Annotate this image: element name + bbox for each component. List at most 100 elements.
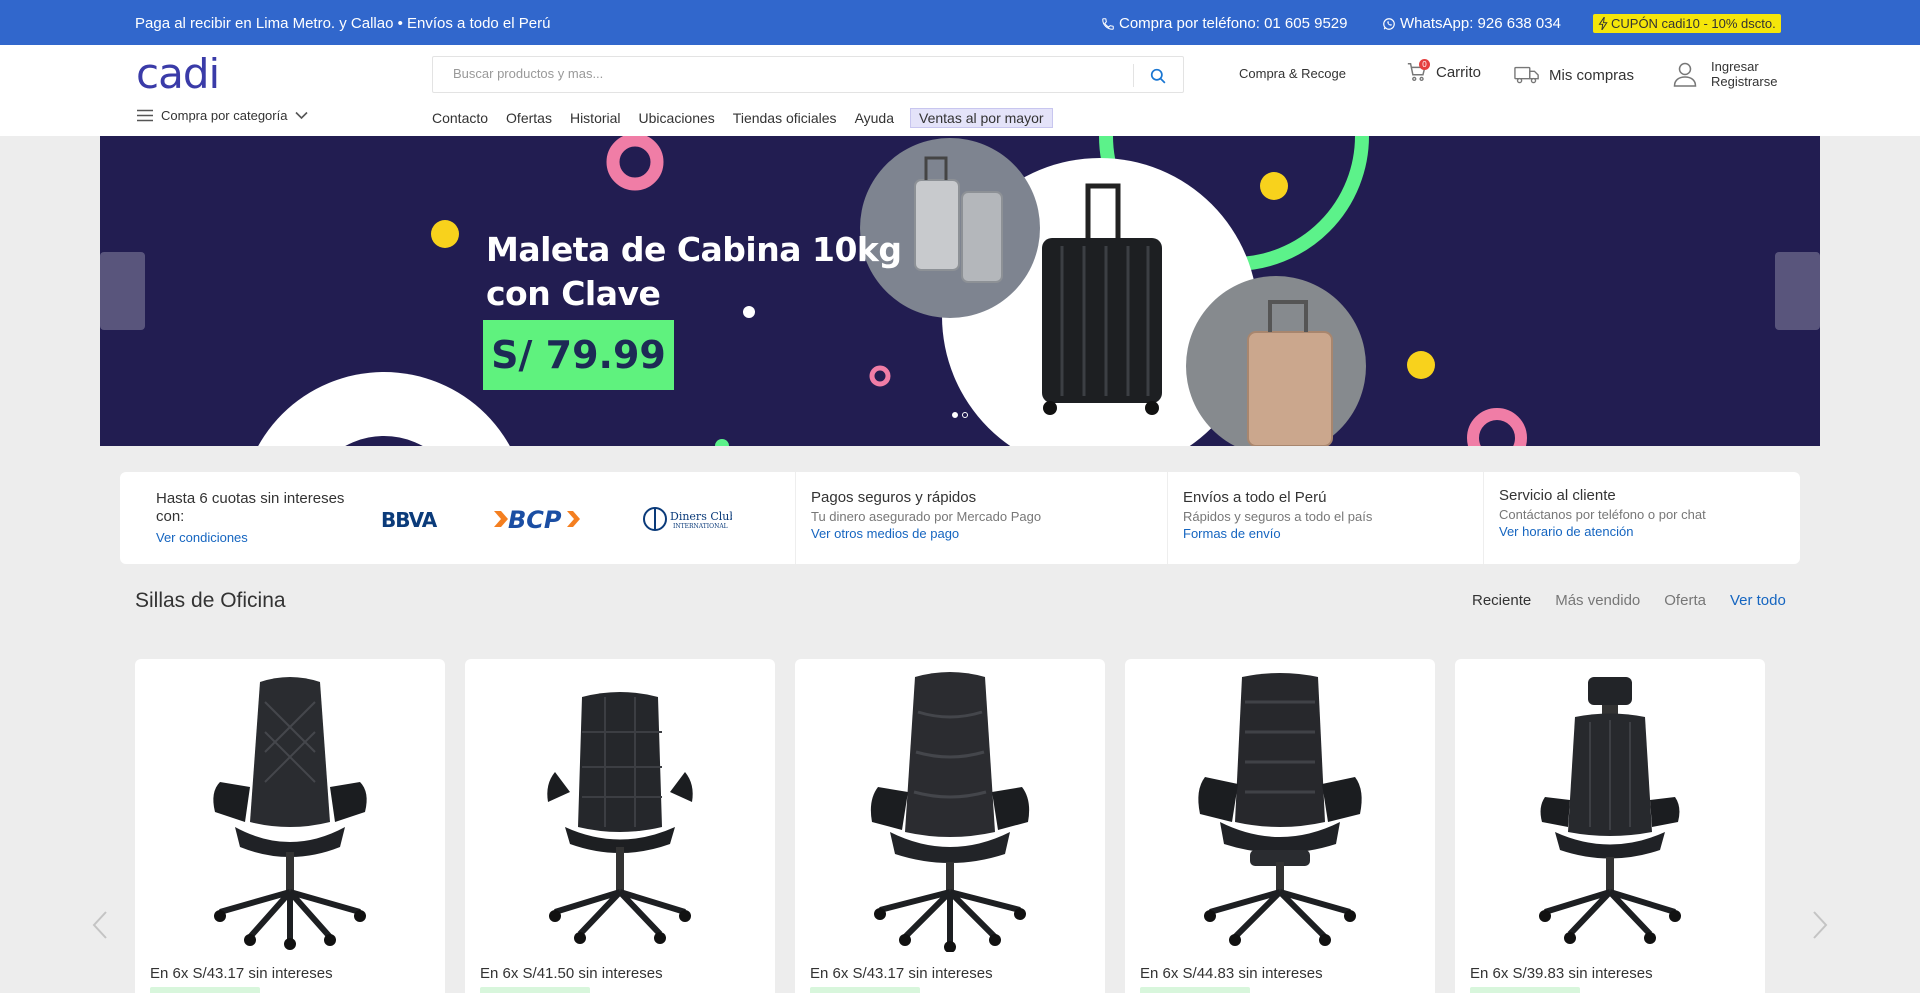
svg-text:INTERNATIONAL: INTERNATIONAL [673,523,728,530]
nav-ayuda[interactable]: Ayuda [855,110,894,126]
product-image[interactable] [820,669,1080,954]
product-image[interactable] [160,669,420,954]
whatsapp-text: WhatsApp: 926 638 034 [1400,15,1561,32]
bolt-icon [1598,17,1608,30]
benefit-divider [1483,472,1484,564]
section-title: Sillas de Oficina [135,589,286,612]
product-image[interactable] [490,669,750,954]
cart-count-badge: 0 [1419,59,1430,70]
product-installments: En 6x S/43.17 sin intereses [150,965,333,982]
carousel-prev-icon[interactable] [90,910,110,940]
login-link[interactable]: Ingresar [1711,59,1777,74]
benefit-divider [795,472,796,564]
tab-mas-vendido[interactable]: Más vendido [1555,592,1640,609]
product-card[interactable]: En 6x S/41.50 sin intereses [465,659,775,993]
top-bar: Paga al recibir en Lima Metro. y Callao … [0,0,1920,45]
cart-icon: 0 [1406,59,1430,83]
hero-graphics [258,136,1527,446]
bcp-logo: BCP [494,506,580,533]
payments-benefit: Pagos seguros y rápidos Tu dinero asegur… [811,489,1041,541]
coupon-text: CUPÓN cadi10 - 10% dscto. [1611,16,1776,31]
nav-contacto[interactable]: Contacto [432,110,488,126]
hero-dot-1[interactable] [952,412,958,418]
tab-oferta[interactable]: Oferta [1664,592,1706,609]
service-subtitle: Contáctanos por teléfono o por chat [1499,507,1706,522]
svg-text:BCP: BCP [508,506,562,533]
nav-historial[interactable]: Historial [570,110,621,126]
product-card[interactable]: En 6x S/43.17 sin intereses [135,659,445,993]
hero-title-line1: Maleta de Cabina 10kg [486,230,902,269]
search-icon [1150,68,1165,83]
hero-title: Maleta de Cabina 10kg con Clave [486,228,902,316]
delivery-message: Paga al recibir en Lima Metro. y Callao … [135,15,551,32]
product-image[interactable] [1480,669,1740,954]
service-title: Servicio al cliente [1499,487,1616,504]
nav-ubicaciones[interactable]: Ubicaciones [639,110,715,126]
svg-text:cadi: cadi [136,57,219,93]
product-installments: En 6x S/41.50 sin intereses [480,965,663,982]
search-bar [432,56,1184,93]
main-nav: Contacto Ofertas Historial Ubicaciones T… [432,108,1053,128]
payments-title: Pagos seguros y rápidos [811,489,977,506]
search-input[interactable] [453,66,1113,81]
hero-price: S/ 79.99 [483,320,674,390]
product-installments: En 6x S/43.17 sin intereses [810,965,993,982]
product-card[interactable]: En 6x S/43.17 sin intereses [795,659,1105,993]
truck-icon [1514,66,1539,84]
chevron-down-icon [295,111,309,120]
product-tag [1140,987,1250,993]
mis-compras-label: Mis compras [1549,66,1635,84]
register-link[interactable]: Registrarse [1711,74,1777,89]
benefit-divider [1167,472,1168,564]
hero-dot-2[interactable] [962,412,968,418]
category-menu-toggle[interactable]: Compra por categoría [137,108,309,123]
hamburger-icon [137,109,153,122]
phone-icon [1102,17,1114,30]
product-tag [480,987,590,993]
search-button[interactable] [1145,65,1171,87]
service-benefit: Servicio al cliente Contáctanos por telé… [1499,487,1706,539]
whatsapp-icon [1383,17,1395,30]
product-card[interactable]: En 6x S/39.83 sin intereses [1455,659,1765,993]
section-tabs: Reciente Más vendido Oferta Ver todo [1472,592,1786,609]
carousel-next-icon[interactable] [1810,910,1830,940]
nav-ventas-por-mayor[interactable]: Ventas al por mayor [910,108,1053,128]
product-image[interactable] [1150,669,1410,954]
product-installments: En 6x S/44.83 sin intereses [1140,965,1323,982]
product-card[interactable]: En 6x S/44.83 sin intereses [1125,659,1435,993]
view-all-link[interactable]: Ver todo [1730,592,1786,609]
product-tag [810,987,920,993]
cart-label: Carrito [1436,63,1482,81]
hero-prev-button[interactable] [100,252,145,330]
category-toggle-label: Compra por categoría [161,108,288,123]
installments-link[interactable]: Ver condiciones [156,530,346,545]
hero-next-button[interactable] [1775,252,1820,330]
diners-club-logo: Diners Club INTERNATIONAL [643,507,732,531]
svg-text:Diners Club: Diners Club [670,510,732,523]
phone-link[interactable]: Compra por teléfono: 01 605 9529 [1101,15,1348,32]
product-tag [1470,987,1580,993]
nav-tiendas-oficiales[interactable]: Tiendas oficiales [733,110,837,126]
tab-reciente[interactable]: Reciente [1472,592,1531,609]
hero-banner[interactable]: Maleta de Cabina 10kg con Clave S/ 79.99 [100,136,1820,446]
coupon-badge[interactable]: CUPÓN cadi10 - 10% dscto. [1593,14,1781,33]
cadi-logo[interactable]: cadi [136,49,262,98]
shipping-link[interactable]: Formas de envío [1183,526,1372,541]
phone-text: Compra por teléfono: 01 605 9529 [1119,15,1348,32]
cart-button[interactable]: 0 Carrito [1406,59,1482,83]
product-installments: En 6x S/39.83 sin intereses [1470,965,1653,982]
nav-ofertas[interactable]: Ofertas [506,110,552,126]
bbva-logo: BBVA [381,510,439,530]
shipping-subtitle: Rápidos y seguros a todo el país [1183,509,1373,524]
payments-subtitle: Tu dinero asegurado por Mercado Pago [811,509,1042,524]
service-link[interactable]: Ver horario de atención [1499,524,1706,539]
search-divider [1133,64,1134,87]
hero-title-line2: con Clave [486,274,661,313]
compra-recoge-link[interactable]: Compra & Recoge [1239,66,1346,81]
whatsapp-link[interactable]: WhatsApp: 926 638 034 [1382,15,1561,32]
benefits-strip: Hasta 6 cuotas sin intereses con: Ver co… [120,472,1800,564]
account-menu[interactable]: Ingresar Registrarse [1673,59,1777,89]
payments-link[interactable]: Ver otros medios de pago [811,526,1041,541]
shipping-benefit: Envíos a todo el Perú Rápidos y seguros … [1183,489,1372,541]
mis-compras-button[interactable]: Mis compras [1514,65,1634,85]
